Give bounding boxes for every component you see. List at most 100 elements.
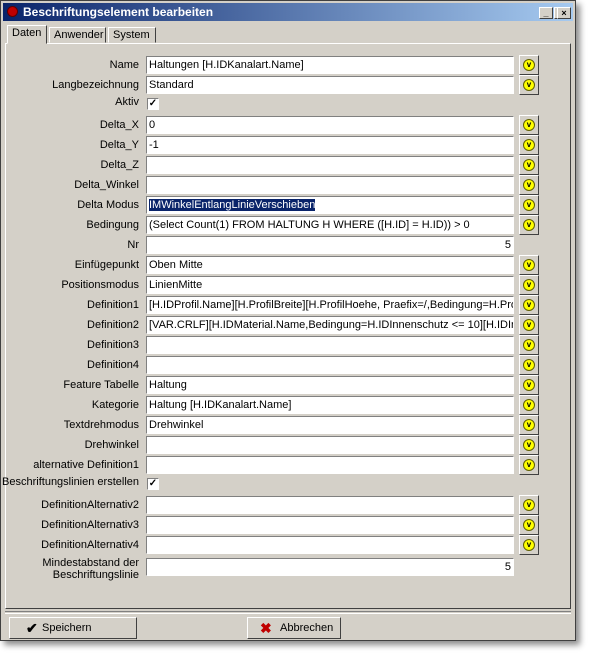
formula-icon: v — [523, 399, 535, 411]
formula-icon: v — [523, 499, 535, 511]
text-field[interactable]: Haltungen [H.IDKanalart.Name] — [146, 56, 514, 74]
tab-daten[interactable]: Daten — [7, 25, 47, 44]
save-button[interactable]: ✔ Speichern — [9, 617, 137, 639]
field-label: Nr — [127, 239, 139, 251]
field-label: Definition3 — [87, 339, 139, 351]
field-value: [H.IDProfil.Name][H.ProfilBreite][H.Prof… — [149, 299, 514, 311]
text-field[interactable]: Oben Mitte — [146, 256, 514, 274]
text-field[interactable]: 5 — [146, 558, 514, 576]
formula-icon: v — [523, 119, 535, 131]
formula-button[interactable]: v — [519, 215, 539, 235]
formula-button[interactable]: v — [519, 175, 539, 195]
field-label: Delta_Z — [100, 159, 139, 171]
text-field[interactable]: -1 — [146, 136, 514, 154]
formula-button[interactable]: v — [519, 155, 539, 175]
text-field[interactable]: 5 — [146, 236, 514, 254]
text-field[interactable]: Standard — [146, 76, 514, 94]
text-field[interactable] — [146, 436, 514, 454]
formula-icon: v — [523, 219, 535, 231]
formula-button[interactable]: v — [519, 275, 539, 295]
formula-button[interactable]: v — [519, 375, 539, 395]
field-label: Definition4 — [87, 359, 139, 371]
formula-button[interactable]: v — [519, 455, 539, 475]
text-field[interactable]: LinienMitte — [146, 276, 514, 294]
cancel-button-label: Abbrechen — [280, 622, 334, 634]
window-title: Beschriftungselement bearbeiten — [23, 5, 214, 19]
text-field[interactable] — [146, 496, 514, 514]
field-value: Haltung — [149, 379, 187, 391]
text-field[interactable] — [146, 456, 514, 474]
field-label: Name — [109, 59, 139, 71]
checkbox[interactable]: ✓ — [147, 98, 159, 110]
text-field[interactable]: IMWinkelEntlangLinieVerschieben — [146, 196, 514, 214]
field-label: Delta_Winkel — [74, 179, 139, 191]
formula-button[interactable]: v — [519, 75, 539, 95]
text-field[interactable]: Drehwinkel — [146, 416, 514, 434]
field-label: Definition1 — [87, 299, 139, 311]
field-value: IMWinkelEntlangLinieVerschieben — [149, 199, 316, 211]
formula-icon: v — [523, 519, 535, 531]
field-label: Kategorie — [91, 399, 139, 411]
text-field[interactable]: Haltung [H.IDKanalart.Name] — [146, 396, 514, 414]
field-label: Beschriftungslinien erstellen — [2, 476, 139, 488]
field-label: Langbezeichnung — [52, 79, 139, 91]
field-value: LinienMitte — [149, 279, 203, 291]
text-field[interactable] — [146, 356, 514, 374]
formula-button[interactable]: v — [519, 135, 539, 155]
formula-button[interactable]: v — [519, 55, 539, 75]
formula-button[interactable]: v — [519, 535, 539, 555]
tab-system[interactable]: System — [108, 27, 156, 43]
field-value: 5 — [504, 239, 511, 251]
formula-button[interactable]: v — [519, 355, 539, 375]
formula-icon: v — [523, 339, 535, 351]
field-value: Haltungen [H.IDKanalart.Name] — [149, 59, 304, 71]
formula-icon: v — [523, 159, 535, 171]
formula-button[interactable]: v — [519, 435, 539, 455]
formula-button[interactable]: v — [519, 115, 539, 135]
field-label: DefinitionAlternativ3 — [41, 519, 139, 531]
text-field[interactable] — [146, 156, 514, 174]
formula-icon: v — [523, 179, 535, 191]
text-field[interactable] — [146, 336, 514, 354]
text-field[interactable] — [146, 516, 514, 534]
cancel-button[interactable]: ✖ Abbrechen — [247, 617, 341, 639]
field-value: Standard — [149, 79, 194, 91]
formula-button[interactable]: v — [519, 335, 539, 355]
checkbox[interactable]: ✓ — [147, 478, 159, 490]
field-label: Delta_Y — [99, 139, 139, 151]
formula-icon: v — [523, 259, 535, 271]
field-value: -1 — [149, 139, 159, 151]
field-value: 0 — [149, 119, 156, 131]
formula-button[interactable]: v — [519, 515, 539, 535]
text-field[interactable]: Haltung — [146, 376, 514, 394]
field-label: Aktiv — [115, 96, 139, 108]
tab-anwender[interactable]: Anwender — [49, 27, 106, 43]
text-field[interactable] — [146, 536, 514, 554]
formula-icon: v — [523, 439, 535, 451]
field-value: Drehwinkel — [149, 419, 204, 431]
text-field[interactable]: [VAR.CRLF][H.IDMaterial.Name,Bedingung=H… — [146, 316, 514, 334]
title-bar[interactable]: Beschriftungselement bearbeiten _ □ — [3, 3, 573, 21]
formula-button[interactable]: v — [519, 315, 539, 335]
field-label: Delta Modus — [77, 199, 139, 211]
field-label: Feature Tabelle — [63, 379, 139, 391]
formula-button[interactable]: v — [519, 415, 539, 435]
dialog-window: Beschriftungselement bearbeiten _ □ × Da… — [0, 0, 576, 641]
field-label: Bedingung — [86, 219, 139, 231]
formula-button[interactable]: v — [519, 395, 539, 415]
close-button[interactable]: × — [557, 7, 571, 19]
text-field[interactable]: [H.IDProfil.Name][H.ProfilBreite][H.Prof… — [146, 296, 514, 314]
app-icon — [7, 6, 18, 17]
field-label: Drehwinkel — [84, 439, 139, 451]
minimize-button[interactable]: _ — [539, 7, 553, 19]
formula-icon: v — [523, 139, 535, 151]
formula-button[interactable]: v — [519, 495, 539, 515]
formula-button[interactable]: v — [519, 295, 539, 315]
formula-button[interactable]: v — [519, 195, 539, 215]
formula-button[interactable]: v — [519, 255, 539, 275]
field-label: Delta_X — [99, 119, 139, 131]
text-field[interactable]: (Select Count(1) FROM HALTUNG H WHERE ([… — [146, 216, 514, 234]
text-field[interactable]: 0 — [146, 116, 514, 134]
field-label: Mindestabstand der Beschriftungslinie — [42, 557, 139, 581]
text-field[interactable] — [146, 176, 514, 194]
